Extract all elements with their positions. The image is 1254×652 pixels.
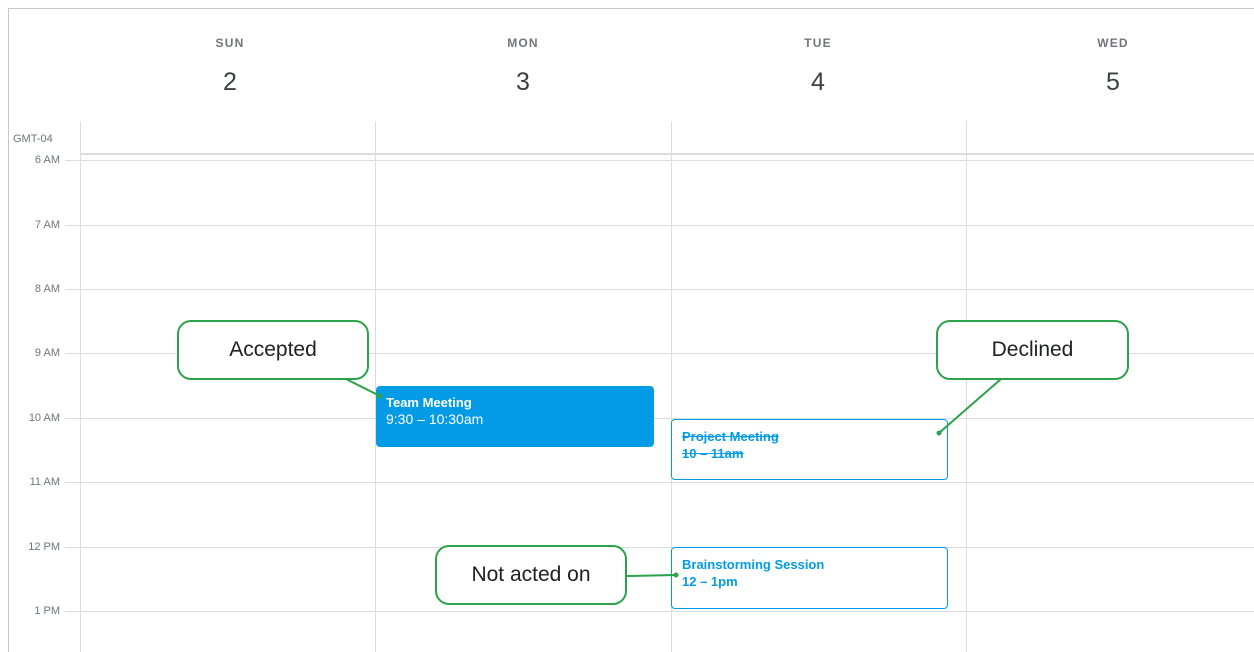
timezone-label: GMT-04 (13, 133, 53, 145)
time-label: 6 AM (34, 154, 60, 166)
time-label: 12 PM (28, 541, 60, 553)
column-divider (966, 121, 967, 652)
event-time: 12 – 1pm (682, 574, 738, 589)
day-number-tue[interactable]: 4 (778, 68, 858, 97)
day-name-sun: SUN (215, 36, 245, 50)
frame-border-top (8, 8, 1254, 9)
hour-gridline (65, 225, 1254, 226)
callout-declined: Declined (936, 320, 1129, 380)
column-divider (375, 121, 376, 652)
event-title: Brainstorming Session (682, 557, 825, 572)
hour-gridline (65, 160, 1254, 161)
time-label: 1 PM (34, 605, 60, 617)
day-name-wed: WED (1097, 36, 1129, 50)
column-divider (80, 121, 81, 652)
leader-pending (626, 574, 677, 577)
event-time: 9:30 – 10:30am (386, 411, 484, 427)
hour-gridline (65, 611, 1254, 612)
event-time: 10 – 11am (682, 446, 744, 461)
time-label: 9 AM (34, 347, 60, 359)
time-label: 7 AM (34, 219, 60, 231)
hour-gridline (65, 418, 1254, 419)
callout-accepted: Accepted (177, 320, 369, 380)
time-label: 11 AM (29, 476, 60, 488)
day-name-mon: MON (507, 36, 539, 50)
hour-gridline (65, 482, 1254, 483)
frame-border-left (8, 8, 9, 652)
callout-not-acted-on: Not acted on (435, 545, 627, 605)
day-number-wed[interactable]: 5 (1073, 68, 1153, 97)
event-title: Project Meeting (682, 429, 779, 444)
time-label: 8 AM (34, 283, 60, 295)
hour-gridline (65, 547, 1254, 548)
time-label: 10 AM (28, 412, 60, 424)
hour-gridline (65, 289, 1254, 290)
event-title: Team Meeting (386, 395, 472, 410)
event-project-meeting[interactable]: Project Meeting 10 – 11am (671, 419, 948, 480)
day-name-tue: TUE (804, 36, 832, 50)
all-day-divider (80, 153, 1254, 155)
day-number-mon[interactable]: 3 (483, 68, 563, 97)
leader-declined (938, 378, 1002, 434)
event-brainstorming-session[interactable]: Brainstorming Session 12 – 1pm (671, 547, 948, 609)
day-number-sun[interactable]: 2 (190, 68, 270, 97)
event-team-meeting[interactable]: Team Meeting 9:30 – 10:30am (376, 386, 654, 447)
